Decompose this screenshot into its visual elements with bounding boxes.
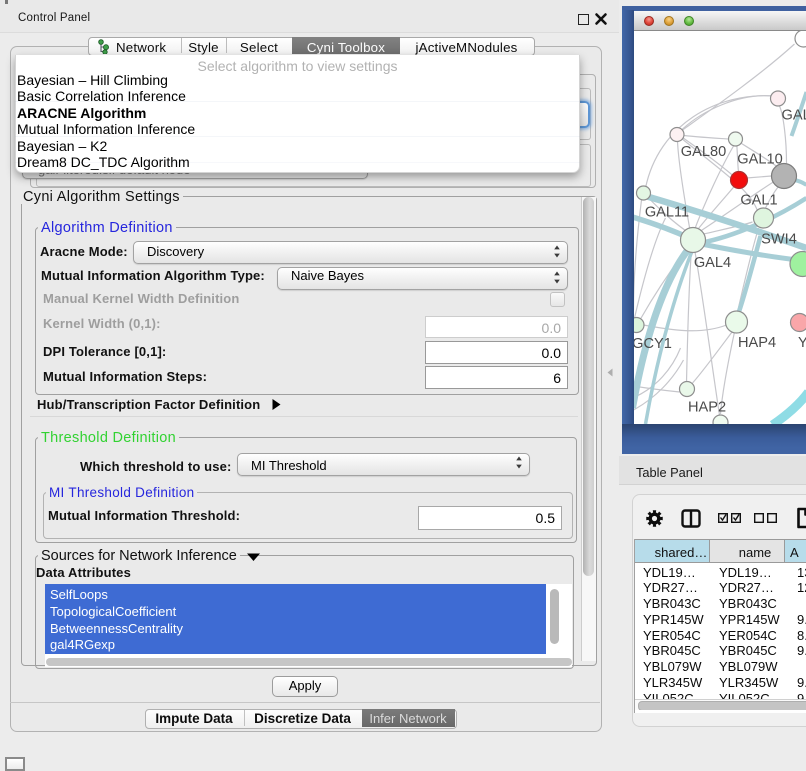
svg-text:SWI4: SWI4 [761, 232, 797, 248]
svg-text:YM: YM [798, 335, 806, 351]
svg-text:HAP4: HAP4 [737, 335, 775, 351]
svg-text:GAL2: GAL2 [781, 108, 806, 124]
svg-text:GAL80: GAL80 [680, 144, 725, 160]
svg-text:GAL4: GAL4 [693, 255, 730, 271]
svg-text:GAL10: GAL10 [737, 152, 782, 168]
svg-text:GCY1: GCY1 [634, 336, 672, 352]
svg-text:HAP2: HAP2 [687, 400, 725, 416]
svg-text:GAL11: GAL11 [644, 205, 688, 221]
svg-text:GAL1: GAL1 [740, 193, 777, 209]
